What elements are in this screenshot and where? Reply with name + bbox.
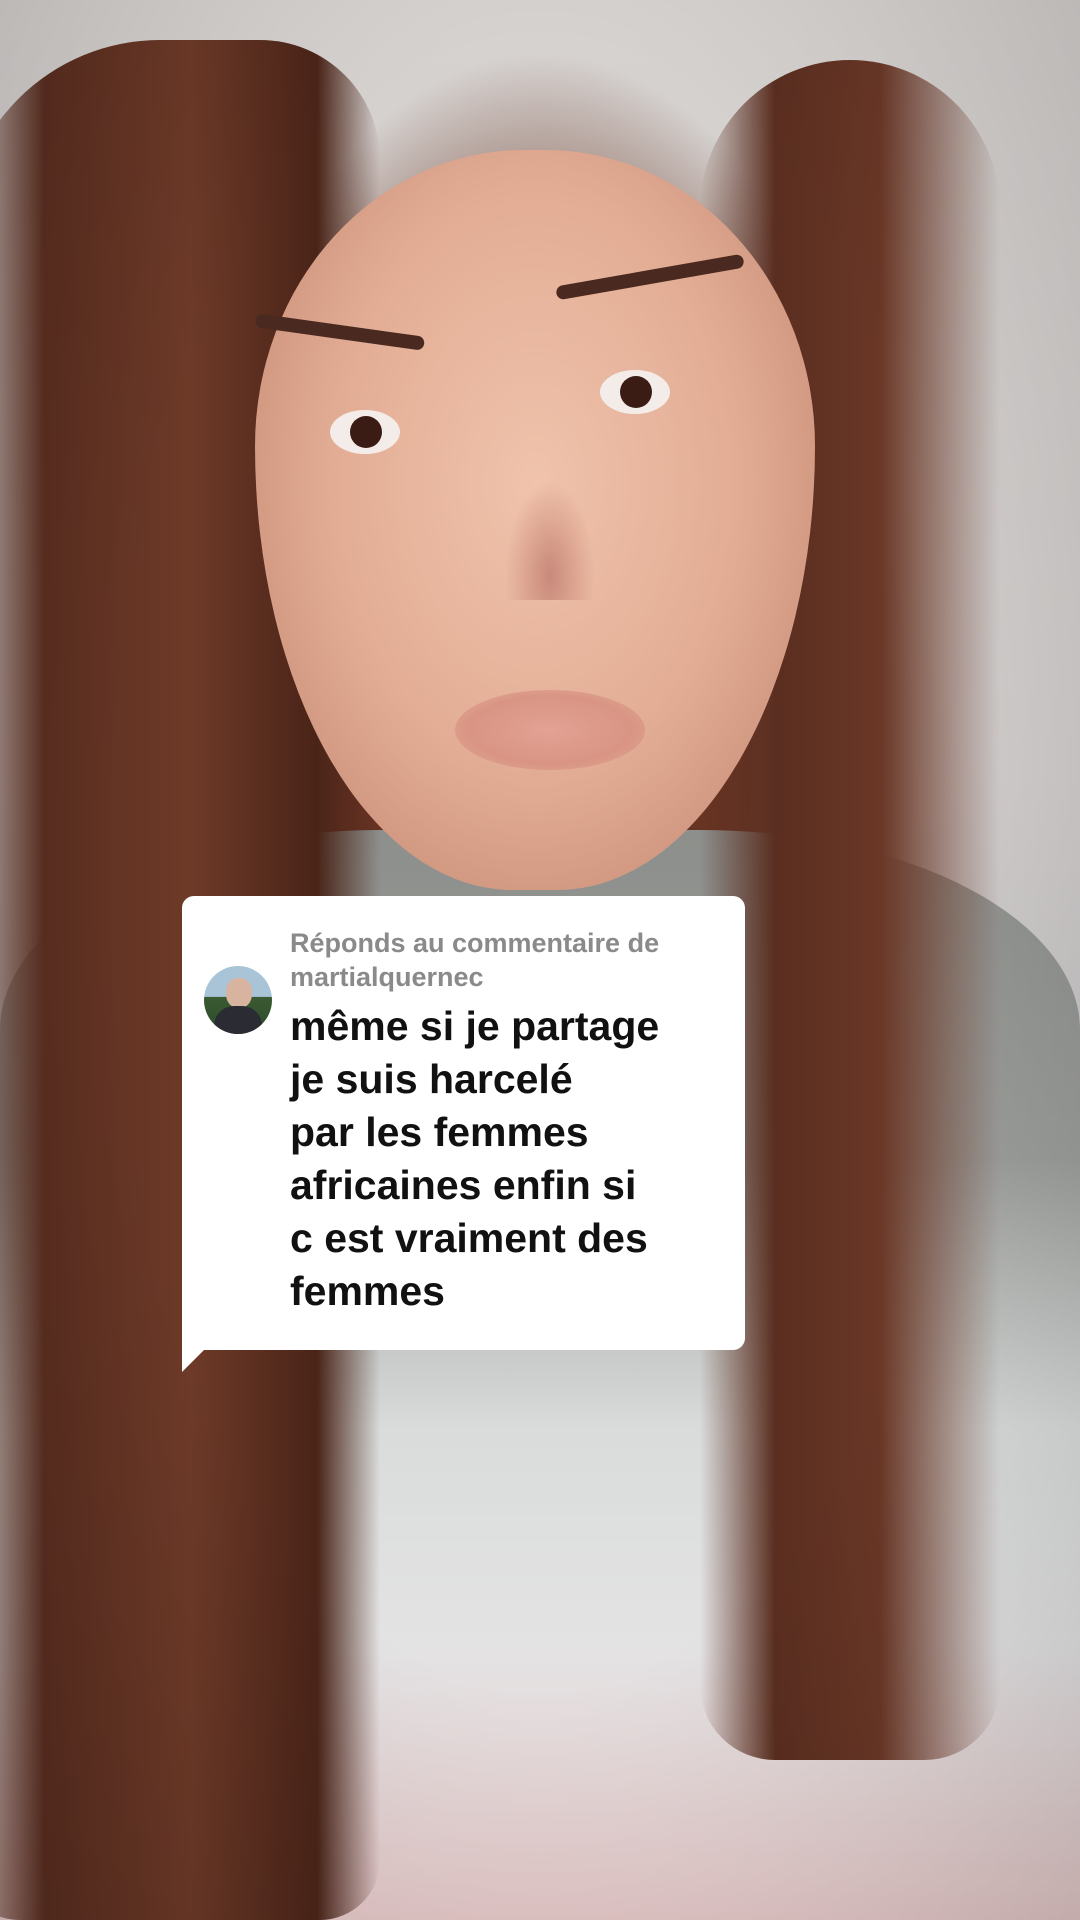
reply-bubble-tail	[182, 1336, 218, 1372]
reply-header: Réponds au commentaire de	[290, 928, 660, 958]
commenter-avatar[interactable]	[204, 966, 272, 1034]
reply-comment-text: même si je partage je suis harcelé par l…	[290, 1003, 660, 1314]
background-eye-left	[330, 410, 400, 454]
reply-comment-card[interactable]: Réponds au commentaire de martialquernec…	[182, 896, 745, 1350]
reply-username[interactable]: martialquernec	[290, 960, 715, 994]
background-nose	[505, 480, 595, 600]
video-frame[interactable]: Réponds au commentaire de martialquernec…	[0, 0, 1080, 1920]
background-lips	[455, 690, 645, 770]
background-eye-right	[600, 370, 670, 414]
